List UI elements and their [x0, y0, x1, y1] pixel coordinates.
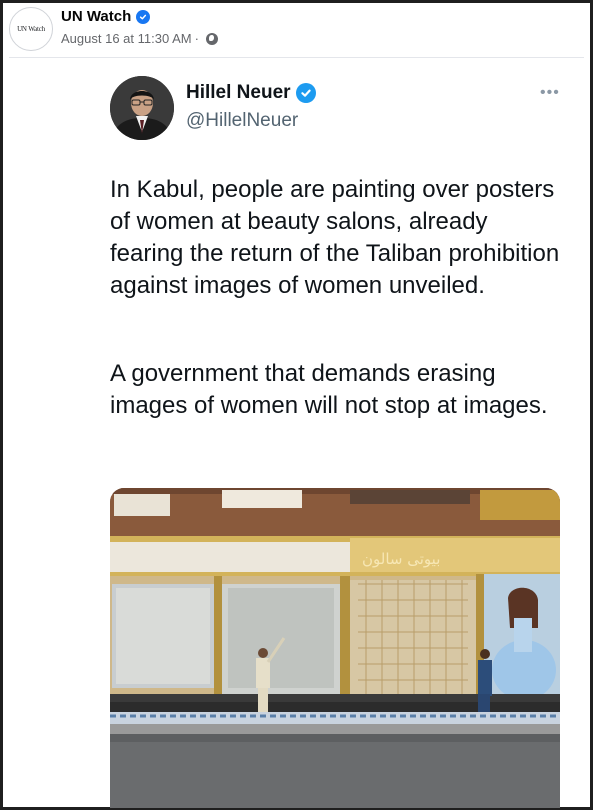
twitter-verified-icon	[295, 83, 316, 103]
tweet-author-row: Hillel Neuer	[186, 82, 316, 104]
page-name-link[interactable]: UN Watch	[61, 8, 131, 25]
page-avatar[interactable]: UN Watch	[9, 7, 53, 51]
tweet-author-avatar[interactable]	[110, 76, 174, 140]
tweet-author-handle[interactable]: @HillelNeuer	[186, 110, 298, 132]
post-frame: UN Watch UN Watch August 16 at 11:30 AM …	[0, 0, 593, 810]
more-options-icon[interactable]: •••	[540, 84, 560, 102]
salon-street-photo: بیوتی سالون	[110, 488, 560, 808]
post-header: UN Watch UN Watch August 16 at 11:30 AM …	[9, 7, 584, 53]
tweet-photo[interactable]: بیوتی سالون	[110, 488, 560, 808]
salon-sign-text: بیوتی سالون	[362, 550, 440, 568]
page-name-row: UN Watch	[61, 8, 151, 25]
meta-separator: ·	[194, 31, 199, 46]
post-timestamp-link[interactable]: August 16 at 11:30 AM	[61, 31, 192, 46]
embedded-tweet[interactable]: Hillel Neuer @HillelNeuer ••• In Kabul, …	[9, 57, 584, 808]
verified-badge-icon	[136, 9, 151, 24]
tweet-paragraph-2: A government that demands erasing images…	[110, 360, 548, 419]
tweet-author-name[interactable]: Hillel Neuer	[186, 82, 291, 104]
globe-icon[interactable]	[205, 32, 218, 45]
tweet-paragraph-1: In Kabul, people are painting over poste…	[110, 176, 560, 299]
post-meta: August 16 at 11:30 AM ·	[61, 31, 218, 46]
